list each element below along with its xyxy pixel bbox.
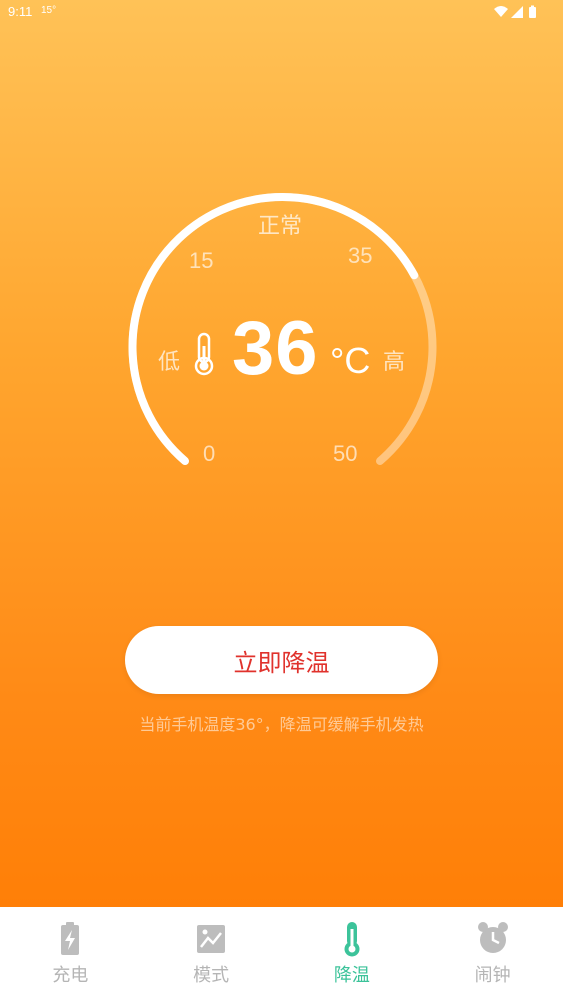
tab-label: 模式 [193, 965, 230, 986]
tab-charge[interactable]: 充电 [0, 907, 141, 1001]
gauge-tick-50: 50 [333, 441, 358, 466]
tab-label: 闹钟 [474, 965, 511, 986]
tab-cool-down[interactable]: 降温 [282, 907, 423, 1001]
thermometer-icon [344, 922, 360, 957]
tab-alarm[interactable]: 闹钟 [422, 907, 563, 1001]
temperature-hint: 当前手机温度36°，降温可缓解手机发热 [139, 715, 424, 734]
gauge-high-label: 高 [383, 350, 406, 375]
gauge-tick-15: 15 [189, 248, 214, 273]
image-mode-icon [197, 925, 226, 953]
tab-label: 降温 [333, 965, 370, 986]
bottom-tab-bar: 充电 模式 降温 闹钟 [0, 907, 563, 1001]
gauge-low-label: 低 [158, 350, 181, 375]
gauge-tick-35: 35 [348, 243, 373, 268]
tab-mode[interactable]: 模式 [141, 907, 282, 1001]
gauge-status-label: 正常 [258, 214, 303, 239]
gauge-tick-0: 0 [203, 441, 216, 466]
thermometer-icon [194, 332, 214, 376]
battery-charge-icon [61, 922, 80, 955]
temperature-value: 36 [232, 306, 319, 391]
temperature-gauge [128, 193, 437, 465]
tab-label: 充电 [52, 965, 89, 986]
alarm-clock-icon [477, 922, 508, 953]
temperature-unit: °C [330, 340, 371, 381]
cool-down-button[interactable]: 立即降温 [125, 626, 438, 694]
